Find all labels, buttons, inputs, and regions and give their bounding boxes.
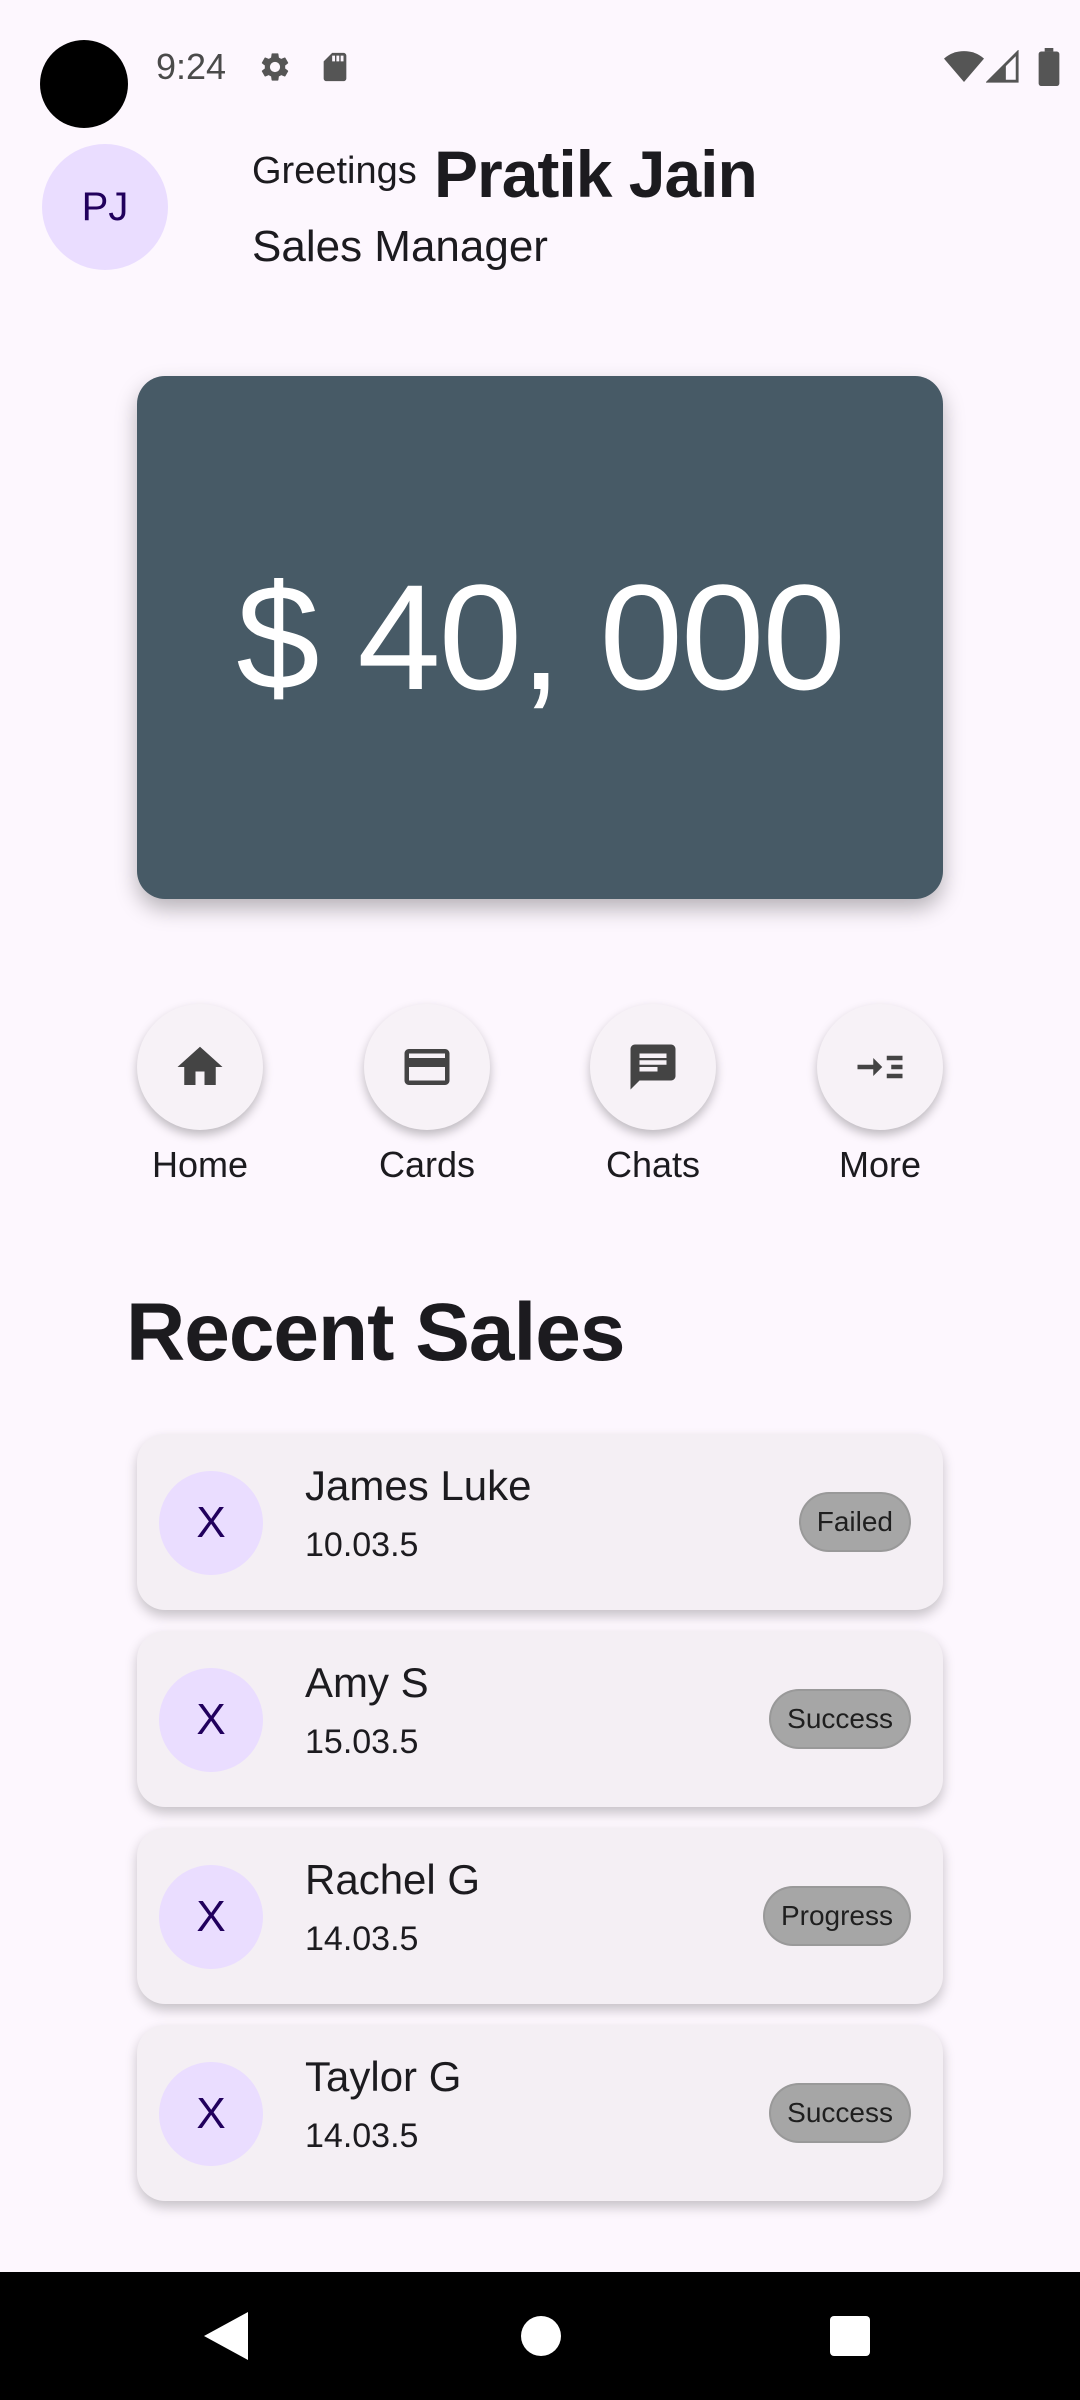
sale-avatar: X [159, 1865, 263, 1969]
signal-icon [986, 50, 1019, 83]
sale-avatar: X [159, 1668, 263, 1772]
sale-item[interactable]: X Rachel G 14.03.5 Progress [137, 1828, 943, 2004]
sale-name: James Luke [305, 1462, 532, 1509]
cards-action-label: Cards [378, 1144, 476, 1185]
greeting-text: Greetings [252, 150, 417, 192]
sale-name: Amy S [305, 1659, 429, 1706]
sale-item[interactable]: X Taylor G 14.03.5 Success [137, 2025, 943, 2201]
more-icon [857, 1055, 903, 1079]
status-badge: Progress [762, 1886, 911, 1946]
system-nav-bar [0, 2272, 1080, 2400]
gear-icon [261, 53, 289, 81]
battery-icon [1038, 48, 1060, 86]
user-role: Sales Manager [252, 222, 548, 271]
sale-date: 15.03.5 [305, 1723, 419, 1761]
back-icon[interactable] [204, 2312, 248, 2360]
camera-cutout [40, 40, 128, 128]
status-time: 9:24 [156, 46, 227, 87]
user-name: Pratik Jain [434, 137, 758, 211]
sale-avatar: X [159, 2062, 263, 2166]
home-action-label: Home [151, 1144, 249, 1185]
sd-card-icon [323, 52, 347, 82]
sale-date: 10.03.5 [305, 1526, 419, 1564]
credit-card-icon [404, 1049, 450, 1085]
wifi-icon [944, 51, 984, 82]
cards-action-button[interactable] [364, 1004, 490, 1130]
chats-action-label: Chats [605, 1144, 701, 1185]
recent-sales-title: Recent Sales [126, 1287, 625, 1378]
home-nav-icon[interactable] [521, 2316, 561, 2356]
status-badge: Failed [798, 1492, 911, 1552]
status-badge: Success [769, 2083, 911, 2143]
more-action-label: More [838, 1144, 922, 1185]
more-action-button[interactable] [817, 1004, 943, 1130]
status-bar: 9:24 [0, 0, 1080, 130]
sale-item[interactable]: X Amy S 15.03.5 Success [137, 1631, 943, 1807]
sale-date: 14.03.5 [305, 1920, 419, 1958]
balance-card[interactable]: $ 40, 000 [137, 376, 943, 899]
cards-action[interactable]: Cards [327, 1004, 527, 1186]
home-action[interactable]: Home [100, 1004, 300, 1186]
home-icon [177, 1046, 223, 1085]
more-action[interactable]: More [780, 1004, 980, 1186]
chats-action-button[interactable] [590, 1004, 716, 1130]
balance-amount: $ 40, 000 [236, 553, 846, 721]
sale-name: Taylor G [305, 2053, 462, 2100]
home-action-button[interactable] [137, 1004, 263, 1130]
status-badge: Success [769, 1689, 911, 1749]
chats-action[interactable]: Chats [553, 1004, 753, 1186]
sale-item[interactable]: X James Luke 10.03.5 Failed [137, 1434, 943, 1610]
sale-avatar: X [159, 1471, 263, 1575]
sale-date: 14.03.5 [305, 2117, 419, 2155]
chat-icon [630, 1044, 676, 1090]
recents-icon[interactable] [830, 2316, 870, 2356]
avatar[interactable]: PJ [42, 144, 168, 270]
sale-name: Rachel G [305, 1856, 481, 1903]
